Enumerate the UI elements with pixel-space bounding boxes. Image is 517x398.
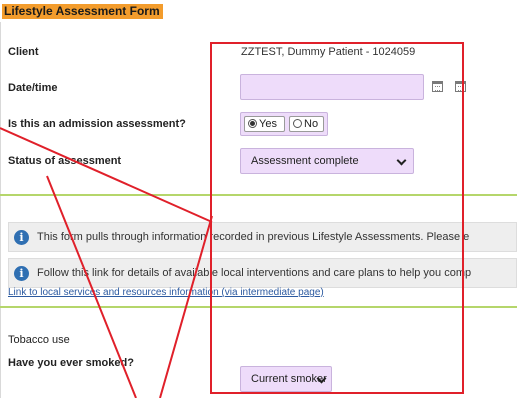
status-label: Status of assessment xyxy=(8,155,122,167)
info-text-follow: Follow this link for details of availabl… xyxy=(37,267,472,279)
green-divider xyxy=(0,194,517,196)
status-value: Assessment complete xyxy=(251,155,359,167)
datetime-input[interactable] xyxy=(240,74,424,100)
info-text-pulls: This form pulls through information reco… xyxy=(37,231,470,243)
radio-yes[interactable]: Yes xyxy=(244,116,285,132)
info-icon: i xyxy=(14,230,29,245)
radio-no-label: No xyxy=(304,118,319,130)
calendar-icon[interactable] xyxy=(455,81,466,92)
datetime-label: Date/time xyxy=(8,82,58,94)
radio-no[interactable]: No xyxy=(289,116,324,132)
title-strip: Lifestyle Assessment Form xyxy=(0,0,517,22)
client-label: Client xyxy=(8,46,39,58)
client-value: ZZTEST, Dummy Patient - 1024059 xyxy=(241,46,416,58)
radio-yes-indicator xyxy=(248,119,257,128)
radio-yes-label: Yes xyxy=(259,118,277,130)
admission-label: Is this an admission assessment? xyxy=(8,118,186,130)
tobacco-section-title: Tobacco use xyxy=(8,334,70,346)
status-select[interactable]: Assessment complete xyxy=(240,148,414,174)
info-icon: i xyxy=(14,266,29,281)
calendar-icon[interactable] xyxy=(432,81,443,92)
local-services-link[interactable]: Link to local services and resources inf… xyxy=(8,287,324,298)
smoked-select[interactable]: Current smoker xyxy=(240,366,332,392)
info-box-pulls: i This form pulls through information re… xyxy=(8,222,517,252)
smoked-label: Have you ever smoked? xyxy=(8,357,134,369)
green-divider xyxy=(0,306,517,308)
admission-radio-group: Yes No xyxy=(240,112,328,136)
radio-no-indicator xyxy=(293,119,302,128)
form-title: Lifestyle Assessment Form xyxy=(2,4,163,19)
info-box-follow: i Follow this link for details of availa… xyxy=(8,258,517,288)
smoked-value: Current smoker xyxy=(251,373,327,385)
chevron-down-icon xyxy=(396,155,407,166)
